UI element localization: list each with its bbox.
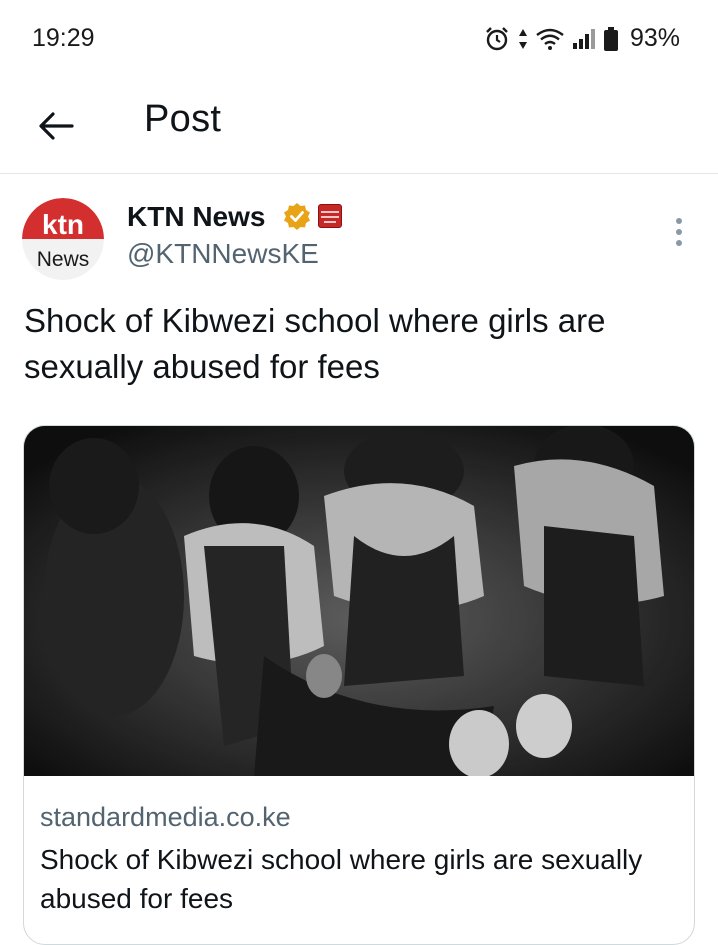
status-icons: 93% [484,24,680,53]
more-dot-icon [676,229,682,235]
link-card-domain: standardmedia.co.ke [40,802,291,832]
affiliate-badge-icon[interactable] [318,204,342,228]
wifi-icon [536,28,564,50]
author-name[interactable]: KTN News [127,201,265,233]
link-card-title: Shock of Kibwezi school where girls are … [40,844,643,914]
post: ktn News KTN News @KTNNewsKE Shock of Ki… [0,174,718,945]
verified-badge-icon[interactable] [283,202,311,230]
post-text: Shock of Kibwezi school where girls are … [24,302,606,385]
avatar-text-top: ktn [42,209,84,240]
avatar-text-bottom: News [37,248,90,271]
data-arrows-icon [518,28,527,49]
more-dot-icon [676,240,682,246]
back-button[interactable] [30,100,82,152]
page-title: Post [144,98,222,140]
post-header: Post [0,78,718,174]
status-bar: 19:29 93% [0,0,718,78]
avatar[interactable]: ktn News [22,198,104,280]
status-time: 19:29 [32,24,95,52]
battery-percentage: 93% [629,24,680,52]
battery-icon [603,26,618,51]
more-options-button[interactable] [664,214,694,250]
signal-icon [572,28,595,49]
link-card[interactable]: standardmedia.co.ke Shock of Kibwezi sch… [23,425,695,945]
more-dot-icon [676,218,682,224]
news-photo-image [24,426,694,776]
arrow-left-icon [39,112,74,140]
alarm-icon [486,26,508,50]
author-handle[interactable]: @KTNNewsKE [127,238,319,270]
ktn-logo-icon: ktn News [22,198,104,280]
